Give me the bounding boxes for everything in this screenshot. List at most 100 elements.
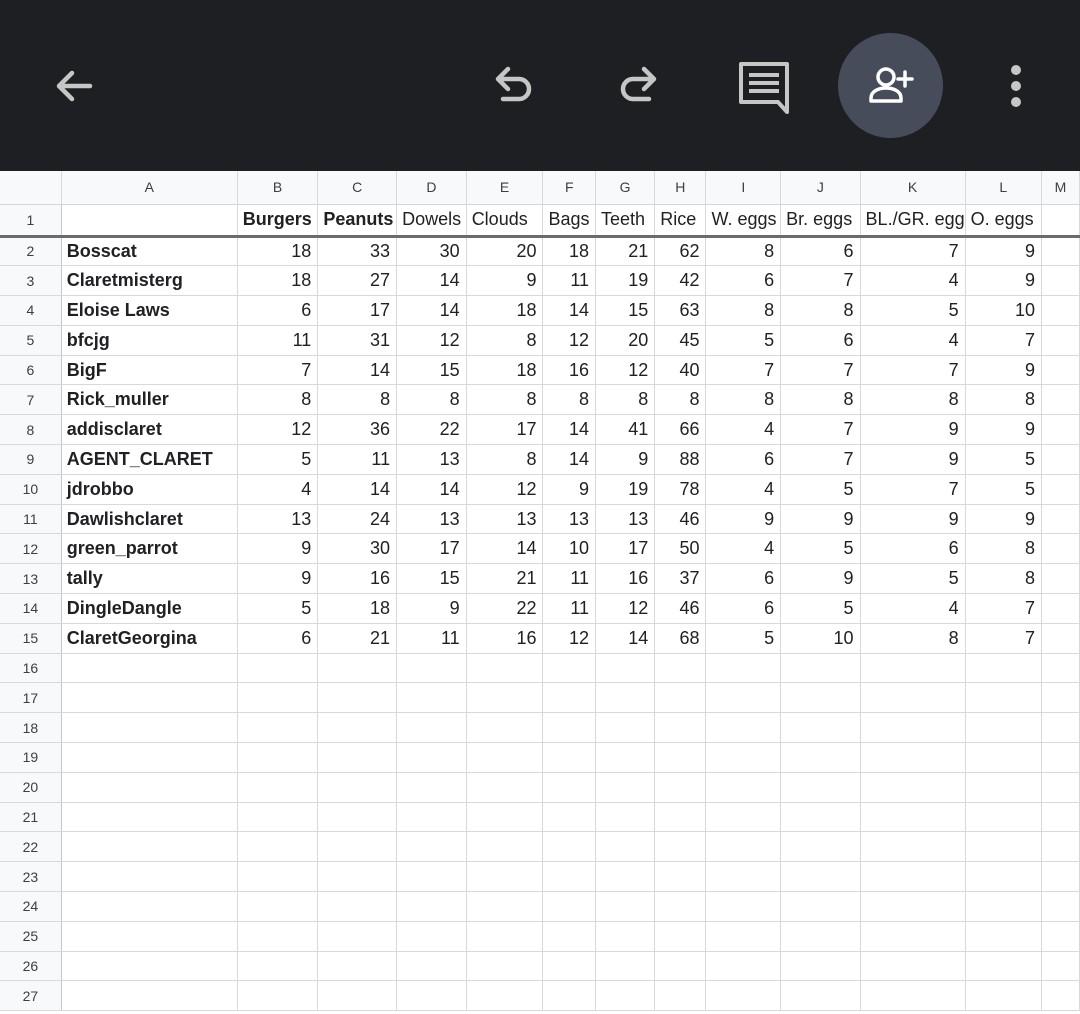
- row-header[interactable]: 19: [0, 742, 62, 773]
- empty-cell[interactable]: [860, 802, 966, 833]
- value-cell[interactable]: 4: [705, 414, 782, 446]
- header-cell[interactable]: [61, 204, 238, 238]
- empty-cell[interactable]: [237, 861, 319, 893]
- row-header[interactable]: 2: [0, 236, 62, 267]
- empty-cell[interactable]: [595, 682, 656, 714]
- value-cell[interactable]: 30: [396, 236, 467, 267]
- value-cell[interactable]: 7: [860, 474, 966, 505]
- value-cell[interactable]: 6: [705, 593, 782, 624]
- value-cell[interactable]: 13: [595, 504, 656, 535]
- empty-cell[interactable]: [237, 951, 319, 982]
- header-cell[interactable]: Br. eggs: [780, 204, 861, 238]
- value-cell[interactable]: 4: [860, 593, 966, 624]
- spreadsheet-grid[interactable]: A B C D E F G H I J K L M 1 Burgers Peanuts Dowels Clouds…: [0, 171, 1080, 1014]
- empty-cell[interactable]: [780, 682, 861, 714]
- value-cell[interactable]: 10: [965, 295, 1043, 326]
- value-cell[interactable]: 5: [705, 325, 782, 356]
- value-cell[interactable]: 45: [654, 325, 707, 356]
- name-cell[interactable]: Dawlishclaret: [61, 504, 238, 535]
- empty-cell[interactable]: [1041, 384, 1080, 416]
- empty-cell[interactable]: [237, 742, 319, 773]
- value-cell[interactable]: 4: [705, 474, 782, 505]
- value-cell[interactable]: 20: [595, 325, 656, 356]
- more-options-button[interactable]: [996, 56, 1036, 116]
- value-cell[interactable]: 11: [237, 325, 319, 356]
- name-cell[interactable]: tally: [61, 563, 238, 595]
- empty-cell[interactable]: [595, 772, 656, 803]
- value-cell[interactable]: 5: [965, 444, 1043, 475]
- empty-cell[interactable]: [654, 802, 707, 833]
- empty-cell[interactable]: [965, 861, 1043, 893]
- row-header[interactable]: 4: [0, 295, 62, 326]
- value-cell[interactable]: 18: [466, 295, 544, 326]
- value-cell[interactable]: 40: [654, 355, 707, 386]
- empty-cell[interactable]: [466, 742, 544, 773]
- value-cell[interactable]: 9: [780, 563, 861, 595]
- value-cell[interactable]: 8: [965, 384, 1043, 416]
- empty-cell[interactable]: [1041, 951, 1080, 982]
- value-cell[interactable]: 5: [780, 474, 861, 505]
- value-cell[interactable]: 7: [705, 355, 782, 386]
- empty-cell[interactable]: [542, 653, 596, 684]
- empty-cell[interactable]: [317, 891, 398, 922]
- row-header[interactable]: 7: [0, 384, 62, 416]
- value-cell[interactable]: 11: [542, 593, 596, 624]
- value-cell[interactable]: 7: [965, 325, 1043, 356]
- empty-cell[interactable]: [965, 802, 1043, 833]
- empty-cell[interactable]: [1041, 623, 1080, 654]
- empty-cell[interactable]: [317, 653, 398, 684]
- name-cell[interactable]: Bosscat: [61, 236, 238, 267]
- empty-cell[interactable]: [1041, 980, 1080, 1012]
- value-cell[interactable]: 9: [237, 533, 319, 565]
- empty-cell[interactable]: [237, 772, 319, 803]
- empty-cell[interactable]: [860, 861, 966, 893]
- empty-cell[interactable]: [1041, 295, 1080, 326]
- empty-cell[interactable]: [780, 802, 861, 833]
- value-cell[interactable]: 21: [317, 623, 398, 654]
- value-cell[interactable]: 13: [396, 444, 467, 475]
- row-header[interactable]: 18: [0, 712, 62, 744]
- header-cell[interactable]: O. eggs: [965, 204, 1043, 238]
- empty-cell[interactable]: [860, 921, 966, 952]
- empty-cell[interactable]: [1041, 444, 1080, 475]
- row-header[interactable]: 16: [0, 653, 62, 684]
- value-cell[interactable]: 33: [317, 236, 398, 267]
- value-cell[interactable]: 14: [317, 355, 398, 386]
- row-header[interactable]: 23: [0, 861, 62, 893]
- value-cell[interactable]: 7: [780, 265, 861, 297]
- empty-cell[interactable]: [1041, 772, 1080, 803]
- empty-cell[interactable]: [780, 772, 861, 803]
- empty-cell[interactable]: [654, 742, 707, 773]
- value-cell[interactable]: 9: [396, 593, 467, 624]
- empty-cell[interactable]: [1041, 742, 1080, 773]
- value-cell[interactable]: 5: [860, 563, 966, 595]
- empty-cell[interactable]: [466, 891, 544, 922]
- empty-cell[interactable]: [61, 861, 238, 893]
- column-header-k[interactable]: K: [860, 171, 966, 205]
- value-cell[interactable]: 11: [317, 444, 398, 475]
- empty-cell[interactable]: [595, 861, 656, 893]
- empty-cell[interactable]: [595, 921, 656, 952]
- share-button[interactable]: [838, 33, 943, 138]
- empty-cell[interactable]: [396, 802, 467, 833]
- empty-cell[interactable]: [237, 712, 319, 744]
- empty-cell[interactable]: [965, 772, 1043, 803]
- value-cell[interactable]: 8: [860, 384, 966, 416]
- empty-cell[interactable]: [965, 921, 1043, 952]
- comment-button[interactable]: [733, 56, 795, 116]
- empty-cell[interactable]: [61, 951, 238, 982]
- value-cell[interactable]: 6: [237, 295, 319, 326]
- empty-cell[interactable]: [61, 653, 238, 684]
- empty-cell[interactable]: [466, 861, 544, 893]
- empty-cell[interactable]: [317, 921, 398, 952]
- column-header-f[interactable]: F: [542, 171, 596, 205]
- value-cell[interactable]: 8: [780, 295, 861, 326]
- value-cell[interactable]: 8: [542, 384, 596, 416]
- empty-cell[interactable]: [466, 831, 544, 863]
- empty-cell[interactable]: [542, 921, 596, 952]
- empty-cell[interactable]: [780, 742, 861, 773]
- name-cell[interactable]: BigF: [61, 355, 238, 386]
- value-cell[interactable]: 12: [595, 593, 656, 624]
- empty-cell[interactable]: [542, 891, 596, 922]
- header-cell[interactable]: BL./GR. egg: [860, 204, 966, 238]
